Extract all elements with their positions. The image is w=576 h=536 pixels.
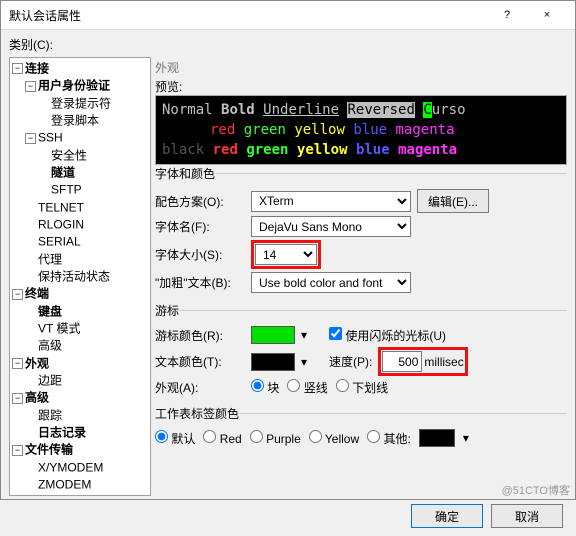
cursor-section: 游标 游标颜色(R): ▾ 使用闪烁的光标(U) 文本颜色(T): ▾ 速度(P… xyxy=(155,302,567,403)
tree-node[interactable]: 日志记录 xyxy=(10,424,150,441)
sheet-section: 工作表标签颜色 默认 Red Purple Yellow 其他: ▾ xyxy=(155,405,567,454)
scheme-label: 配色方案(O): xyxy=(155,193,245,210)
tree-node[interactable]: SFTP xyxy=(10,181,150,198)
dropdown-icon[interactable]: ▾ xyxy=(463,431,469,445)
dropdown-icon[interactable]: ▾ xyxy=(301,355,307,369)
tree-node[interactable]: −用户身份验证 xyxy=(10,77,150,94)
fontname-label: 字体名(F): xyxy=(155,218,245,235)
blink-check[interactable]: 使用闪烁的光标(U) xyxy=(329,327,446,344)
tree-node[interactable]: 键盘 xyxy=(10,303,150,320)
close-button[interactable]: × xyxy=(527,1,567,29)
fontsize-select[interactable]: 14 xyxy=(255,244,317,265)
tree-node[interactable]: 安全性 xyxy=(10,147,150,164)
shape-radios: 块 竖线 下划线 xyxy=(251,379,388,396)
edit-button[interactable]: 编辑(E)... xyxy=(417,189,489,213)
preview-label: 预览: xyxy=(155,78,567,95)
speed-highlight: millisec xyxy=(378,347,467,376)
text-color-swatch[interactable] xyxy=(251,353,295,371)
blink-checkbox[interactable] xyxy=(329,327,342,340)
tree-node[interactable]: VT 模式 xyxy=(10,320,150,337)
font-section: 字体和颜色 配色方案(O): XTerm 编辑(E)... 字体名(F): De… xyxy=(155,165,567,300)
preview-reversed: Reversed xyxy=(347,102,414,118)
dialog-buttons: 确定 取消 xyxy=(9,496,567,536)
watermark: @51CTO博客 xyxy=(502,482,570,498)
preview-normal: Normal xyxy=(162,102,213,118)
tree-node[interactable]: RLOGIN xyxy=(10,216,150,233)
boldtext-label: "加粗"文本(B): xyxy=(155,274,245,291)
preview-bold: Bold xyxy=(221,102,255,118)
fontsize-label: 字体大小(S): xyxy=(155,246,245,263)
tree-node[interactable]: 跟踪 xyxy=(10,407,150,424)
preview-underline: Underline xyxy=(263,102,339,118)
preview-cursor-rest: urso xyxy=(432,102,466,118)
titlebar: 默认会话属性 ? × xyxy=(1,1,575,30)
cursor-color-label: 游标颜色(R): xyxy=(155,327,245,344)
cb-magenta: magenta xyxy=(398,142,457,158)
dialog-body: 类别(C): −连接−用户身份验证登录提示符登录脚本−SSH安全性隧道SFTPT… xyxy=(1,30,575,536)
c-red: red xyxy=(210,122,235,138)
tree-node[interactable]: ZMODEM xyxy=(10,476,150,493)
c-yellow: yellow xyxy=(294,122,345,138)
shape-block[interactable]: 块 xyxy=(251,379,279,396)
speed-input[interactable] xyxy=(382,351,422,372)
tree-node[interactable]: SERIAL xyxy=(10,233,150,250)
fontname-select[interactable]: DejaVu Sans Mono xyxy=(251,216,411,237)
scheme-select[interactable]: XTerm xyxy=(251,191,411,212)
speed-unit: millisec xyxy=(424,355,463,369)
preview-box: Normal Bold Underline Reversed Curso red… xyxy=(155,95,567,165)
dropdown-icon[interactable]: ▾ xyxy=(301,328,307,342)
shape-uline[interactable]: 下划线 xyxy=(336,379,388,396)
category-label: 类别(C): xyxy=(9,36,567,53)
tree-node[interactable]: −终端 xyxy=(10,285,150,302)
cb-blue: blue xyxy=(356,142,390,158)
tree-node[interactable]: −高级 xyxy=(10,389,150,406)
dialog-window: 默认会话属性 ? × 类别(C): −连接−用户身份验证登录提示符登录脚本−SS… xyxy=(0,0,576,500)
ok-button[interactable]: 确定 xyxy=(411,504,483,528)
tree-node[interactable]: 边距 xyxy=(10,372,150,389)
cursor-legend: 游标 xyxy=(155,302,179,319)
cb-red: red xyxy=(213,142,238,158)
sheet-color-swatch[interactable] xyxy=(419,429,455,447)
sheet-purple[interactable]: Purple xyxy=(250,430,301,446)
shape-vline[interactable]: 竖线 xyxy=(287,379,327,396)
tree-node[interactable]: 登录提示符 xyxy=(10,95,150,112)
c-green: green xyxy=(244,122,286,138)
sheet-yellow[interactable]: Yellow xyxy=(309,430,359,446)
tree-node[interactable]: −文件传输 xyxy=(10,441,150,458)
content-panel: 外观 预览: Normal Bold Underline Reversed Cu… xyxy=(155,57,567,496)
tree-node[interactable]: −SSH xyxy=(10,129,150,146)
tree-node[interactable]: 代理 xyxy=(10,251,150,268)
sheet-other[interactable]: 其他: xyxy=(367,430,411,447)
tree-node[interactable]: 隧道 xyxy=(10,164,150,181)
boldtext-select[interactable]: Use bold color and font xyxy=(251,272,411,293)
tree-node[interactable]: 高级 xyxy=(10,337,150,354)
tree-node[interactable]: 登录脚本 xyxy=(10,112,150,129)
c-blue: blue xyxy=(353,122,387,138)
tree-node[interactable]: TELNET xyxy=(10,199,150,216)
tree-node[interactable]: 保持活动状态 xyxy=(10,268,150,285)
c-black: black xyxy=(162,142,204,158)
cancel-button[interactable]: 取消 xyxy=(491,504,563,528)
fontsize-highlight: 14 xyxy=(251,240,321,269)
font-legend: 字体和颜色 xyxy=(155,165,215,182)
cursor-color-swatch[interactable] xyxy=(251,326,295,344)
cb-green: green xyxy=(246,142,288,158)
category-tree[interactable]: −连接−用户身份验证登录提示符登录脚本−SSH安全性隧道SFTPTELNETRL… xyxy=(9,57,151,496)
sheet-default[interactable]: 默认 xyxy=(155,430,195,447)
tree-node[interactable]: −外观 xyxy=(10,355,150,372)
preview-cursor: C xyxy=(423,102,431,118)
speed-label: 速度(P): xyxy=(329,353,372,370)
text-color-label: 文本颜色(T): xyxy=(155,353,245,370)
cb-yellow: yellow xyxy=(297,142,348,158)
main-area: −连接−用户身份验证登录提示符登录脚本−SSH安全性隧道SFTPTELNETRL… xyxy=(9,57,567,496)
window-title: 默认会话属性 xyxy=(9,7,487,24)
sheet-legend: 工作表标签颜色 xyxy=(155,405,239,422)
tree-node[interactable]: −连接 xyxy=(10,60,150,77)
sheet-red[interactable]: Red xyxy=(203,430,241,446)
tree-node[interactable]: X/YMODEM xyxy=(10,459,150,476)
c-magenta: magenta xyxy=(396,122,455,138)
shape-label: 外观(A): xyxy=(155,379,245,396)
help-button[interactable]: ? xyxy=(487,1,527,29)
appearance-header: 外观 xyxy=(155,59,567,76)
